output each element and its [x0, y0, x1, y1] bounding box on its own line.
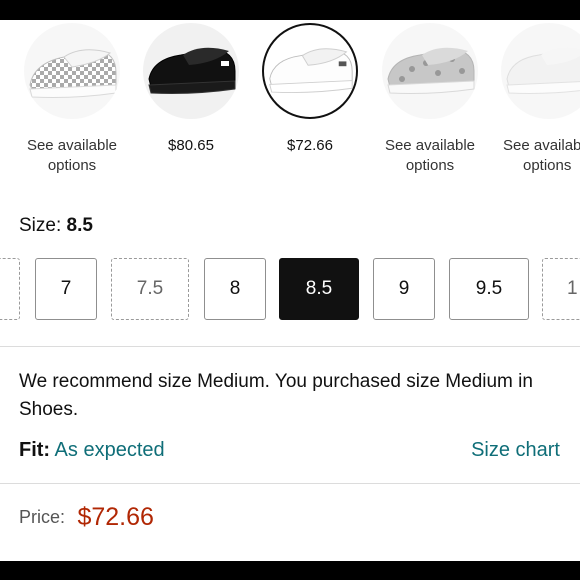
size-option-10[interactable]: 1	[542, 258, 580, 320]
size-recommendation: We recommend size Medium. You purchased …	[19, 371, 533, 420]
swatch-label: See available options	[384, 137, 476, 174]
swatch-label: See availab options	[503, 137, 580, 174]
swatch-price: $72.66	[287, 137, 333, 154]
shoe-thumbnail	[501, 23, 580, 119]
product-options-screen: See available options $80.65 $72.66 See …	[0, 20, 580, 561]
size-option-8[interactable]: 8	[204, 258, 266, 320]
swatch-label: See available options	[26, 137, 118, 174]
color-swatch-leopard[interactable]: See available options	[370, 23, 490, 176]
size-option-8-5[interactable]: 8.5	[279, 258, 359, 320]
price-value: $72.66	[77, 503, 154, 531]
swatch-price: $80.65	[168, 137, 214, 154]
size-option-7-5[interactable]: 7.5	[111, 258, 189, 320]
fit-value[interactable]: As expected	[55, 439, 165, 461]
size-option-9-5[interactable]: 9.5	[449, 258, 529, 320]
price-row: Price: $72.66	[19, 503, 154, 532]
shoe-thumbnail	[24, 23, 120, 119]
shoe-thumbnail	[143, 23, 239, 119]
color-swatch-black[interactable]: $80.65	[131, 23, 251, 156]
shoe-thumbnail	[382, 23, 478, 119]
size-option-7[interactable]: 7	[35, 258, 97, 320]
price-label: Price:	[19, 507, 66, 527]
fit-label: Fit:	[19, 439, 51, 461]
divider	[0, 346, 580, 347]
shoe-thumbnail	[262, 23, 358, 119]
size-option-9[interactable]: 9	[373, 258, 435, 320]
color-swatch-white[interactable]: $72.66	[250, 23, 370, 156]
color-swatch-checkerboard[interactable]: See available options	[12, 23, 132, 176]
divider	[0, 483, 580, 484]
color-swatch-plain[interactable]: See availab options	[489, 23, 580, 176]
size-chart-link[interactable]: Size chart	[471, 439, 560, 462]
size-option[interactable]	[0, 258, 20, 320]
size-heading: Size: 8.5	[19, 215, 93, 236]
fit-row: Fit: As expected	[19, 439, 165, 462]
